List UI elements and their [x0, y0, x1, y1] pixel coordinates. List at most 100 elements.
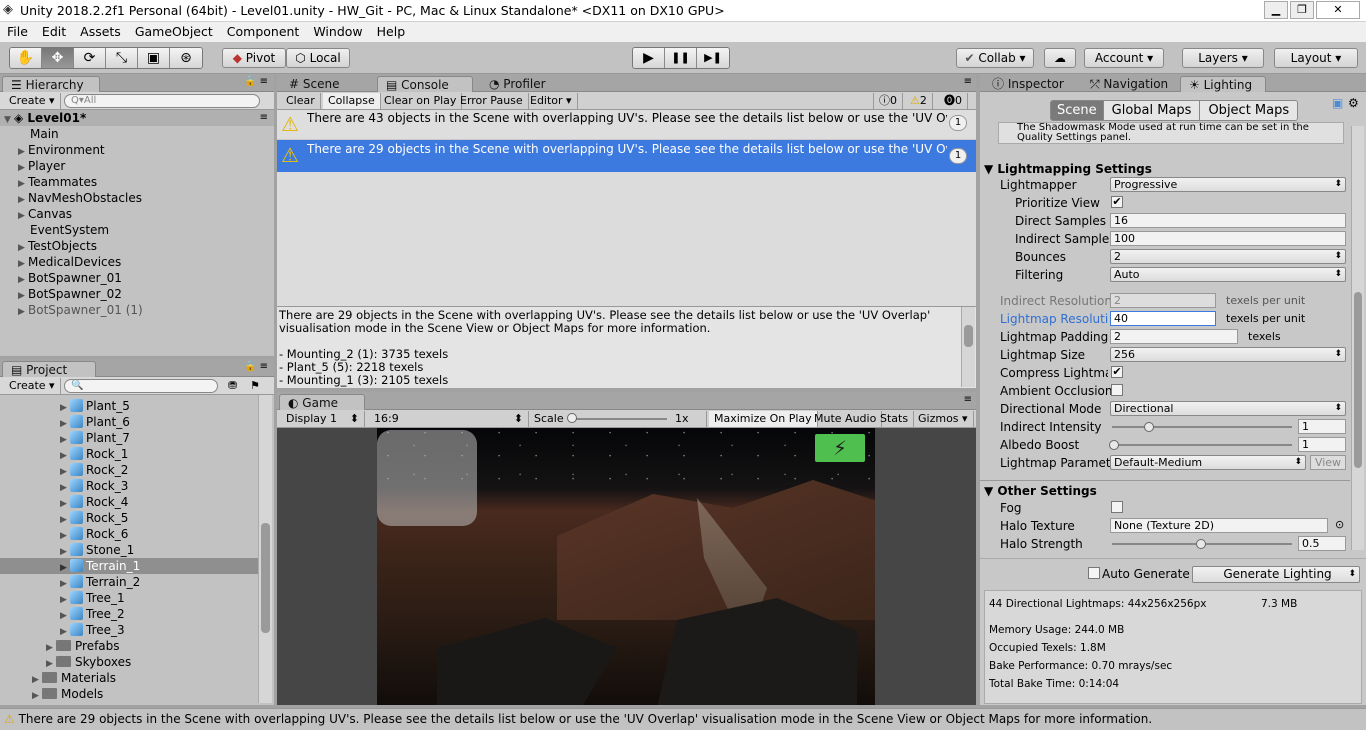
menu-component[interactable]: Component [220, 22, 307, 42]
subtab-scene[interactable]: Scene [1051, 101, 1103, 120]
lighting-scrollbar[interactable] [1351, 126, 1364, 550]
settings-gear-icon[interactable]: ⚙ [1348, 96, 1359, 110]
hierarchy-item[interactable]: ▶ Teammates [0, 174, 274, 190]
status-bar[interactable]: ⚠ There are 29 objects in the Scene with… [0, 708, 1366, 730]
console-message[interactable]: ⚠ There are 43 objects in the Scene with… [277, 110, 976, 140]
subtab-object-maps[interactable]: Object Maps [1199, 101, 1298, 120]
hierarchy-item[interactable]: ▶ NavMeshObstacles [0, 190, 274, 206]
lightmap-size-dropdown[interactable]: 256 [1110, 347, 1346, 362]
rotate-tool-icon[interactable]: ⟳ [74, 48, 106, 68]
asset-item[interactable]: ▶ Rock_5 [0, 510, 274, 526]
folder-item[interactable]: ▶ Prefabs [0, 638, 274, 654]
hierarchy-item[interactable]: EventSystem [0, 222, 274, 238]
ambient-occlusion-checkbox[interactable] [1111, 384, 1123, 396]
lightmapper-dropdown[interactable]: Progressive [1110, 177, 1346, 192]
asset-item[interactable]: ▶ Rock_6 [0, 526, 274, 542]
indirect-intensity-slider-thumb[interactable] [1144, 422, 1154, 432]
menu-gameobject[interactable]: GameObject [128, 22, 220, 42]
panel-menu-icon[interactable]: ≡ [964, 76, 972, 87]
halo-texture-field[interactable]: None (Texture 2D) [1110, 518, 1328, 533]
clear-on-play-toggle[interactable]: Clear on Play [379, 93, 463, 109]
menu-assets[interactable]: Assets [73, 22, 128, 42]
scale-tool-icon[interactable]: ⤡ [106, 48, 138, 68]
panel-menu-icon[interactable]: 🔒 ≡ [244, 361, 268, 372]
tab-lighting[interactable]: ☀ Lighting [1180, 76, 1266, 92]
hierarchy-item[interactable]: ▶ MedicalDevices [0, 254, 274, 270]
warning-count-toggle[interactable]: ⚠2 [905, 93, 933, 109]
directional-mode-dropdown[interactable]: Directional [1110, 401, 1346, 416]
asset-item[interactable]: ▶ Plant_6 [0, 414, 274, 430]
info-count-toggle[interactable]: ⓘ0 [873, 93, 903, 109]
minimize-button[interactable]: ▁ [1264, 1, 1288, 19]
tab-console[interactable]: ▤ Console [377, 76, 473, 92]
cloud-button[interactable]: ☁ [1044, 48, 1076, 68]
tab-inspector[interactable]: ⓘ Inspector [984, 76, 1072, 92]
game-view-viewport[interactable]: ⚡ [377, 428, 875, 705]
tab-game[interactable]: ◐ Game [279, 394, 365, 410]
albedo-boost-slider-thumb[interactable] [1109, 440, 1119, 450]
folder-item[interactable]: ▶ Materials [0, 670, 274, 686]
albedo-boost-slider-track[interactable] [1112, 444, 1292, 446]
scrollbar-thumb[interactable] [964, 325, 973, 347]
maximize-button[interactable]: ❐ [1290, 1, 1314, 19]
asset-item[interactable]: ▶ Plant_5 [0, 398, 274, 414]
prioritize-view-checkbox[interactable]: ✔ [1111, 196, 1123, 208]
stats-toggle[interactable]: Stats [875, 411, 915, 427]
tab-profiler[interactable]: ◔ Profiler [481, 76, 554, 92]
asset-item[interactable]: ▶ Terrain_2 [0, 574, 274, 590]
project-create-dropdown[interactable]: Create ▾ [4, 378, 61, 394]
indirect-resolution-field[interactable]: 2 [1110, 293, 1216, 308]
asset-item[interactable]: ▶ Rock_2 [0, 462, 274, 478]
filter-type-icon[interactable]: ⛃ [228, 379, 237, 392]
indirect-samples-field[interactable]: 100 [1110, 231, 1346, 246]
indirect-intensity-field[interactable]: 1 [1298, 419, 1346, 434]
collab-button[interactable]: ✔ Collab ▾ [956, 48, 1034, 68]
tab-scene[interactable]: # Scene [281, 76, 347, 92]
gizmos-dropdown[interactable]: Gizmos ▾ [913, 411, 974, 427]
asset-item[interactable]: ▶ Tree_1 [0, 590, 274, 606]
aspect-dropdown[interactable]: 16:9 ⬍ [369, 411, 529, 427]
auto-generate-checkbox[interactable] [1088, 567, 1100, 579]
asset-item[interactable]: ▶ Plant_7 [0, 430, 274, 446]
scrollbar-thumb[interactable] [1354, 292, 1362, 468]
close-button[interactable]: ✕ [1316, 1, 1360, 19]
move-tool-icon[interactable]: ✥ [42, 48, 74, 68]
hierarchy-item[interactable]: Main [0, 126, 274, 142]
pivot-toggle[interactable]: ◆ Pivot [222, 48, 286, 68]
generate-lighting-button[interactable]: Generate Lighting [1192, 566, 1360, 583]
fog-checkbox[interactable] [1111, 501, 1123, 513]
panel-menu-icon[interactable]: ≡ [964, 394, 972, 405]
other-settings-foldout[interactable]: ▼ Other Settings [984, 484, 1097, 498]
menu-window[interactable]: Window [306, 22, 369, 42]
hierarchy-item[interactable]: ▶ TestObjects [0, 238, 274, 254]
object-picker-icon[interactable]: ⊙ [1335, 518, 1344, 531]
compress-lightmaps-checkbox[interactable]: ✔ [1111, 366, 1123, 378]
menu-help[interactable]: Help [370, 22, 413, 42]
asset-item[interactable]: ▶ Rock_3 [0, 478, 274, 494]
direct-samples-field[interactable]: 16 [1110, 213, 1346, 228]
clear-button[interactable]: Clear [281, 93, 321, 109]
asset-item[interactable]: ▶ Rock_4 [0, 494, 274, 510]
lightmap-parameters-dropdown[interactable]: Default-Medium [1110, 455, 1306, 470]
lightmap-padding-field[interactable]: 2 [1110, 329, 1238, 344]
scrollbar-thumb[interactable] [261, 523, 270, 633]
rect-tool-icon[interactable]: ▣ [138, 48, 170, 68]
lightmapping-settings-foldout[interactable]: ▼ Lightmapping Settings [984, 162, 1152, 176]
error-pause-toggle[interactable]: Error Pause [455, 93, 529, 109]
help-book-icon[interactable]: ▣ [1332, 96, 1343, 110]
hierarchy-search-input[interactable]: Q▾All [64, 94, 260, 108]
project-search-input[interactable]: 🔍 [64, 379, 218, 393]
asset-item[interactable]: ▶ Rock_1 [0, 446, 274, 462]
scene-root[interactable]: ▼ ◈ Level01* ≡ [0, 110, 274, 126]
maximize-on-play-toggle[interactable]: Maximize On Play [709, 411, 818, 427]
filter-label-icon[interactable]: ⚑ [250, 379, 260, 392]
local-toggle[interactable]: ⬡ Local [286, 48, 350, 68]
subtab-global-maps[interactable]: Global Maps [1102, 101, 1200, 120]
hierarchy-item[interactable]: ▶ Canvas [0, 206, 274, 222]
lightmap-resolution-field[interactable]: 40 [1110, 311, 1216, 326]
hierarchy-item[interactable]: ▶ BotSpawner_02 [0, 286, 274, 302]
folder-item[interactable]: ▶ Models [0, 686, 274, 702]
account-dropdown[interactable]: Account ▾ [1084, 48, 1164, 68]
hierarchy-item[interactable]: ▶ BotSpawner_01 (1) [0, 302, 274, 318]
error-count-toggle[interactable]: ⓿0 [939, 93, 968, 109]
